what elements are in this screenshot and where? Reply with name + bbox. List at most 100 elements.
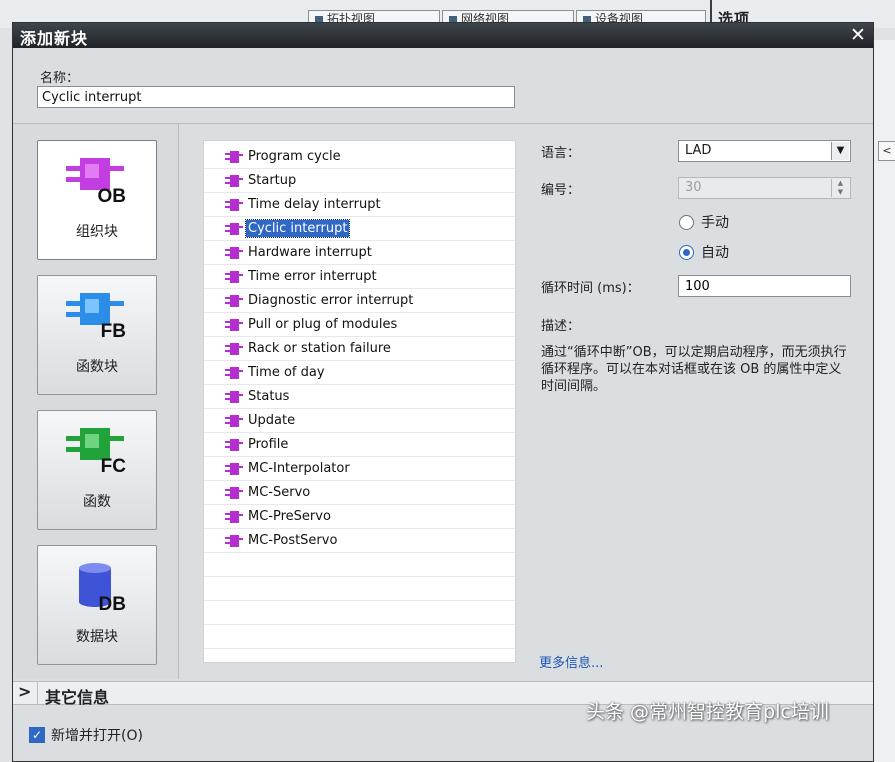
- auto-radio-label: 自动: [701, 245, 729, 261]
- expander-separator: [37, 682, 38, 705]
- number-label: 编号：: [541, 183, 581, 198]
- ob-list-item-label: Time delay interrupt: [248, 197, 381, 212]
- more-info-link[interactable]: 更多信息...: [539, 652, 603, 671]
- ob-list-item-label: Pull or plug of modules: [248, 317, 398, 332]
- block-type-label: 数据块: [76, 629, 118, 645]
- ob-list-item[interactable]: MC-PreServo: [204, 505, 515, 529]
- ob-list-item-label: Diagnostic error interrupt: [248, 293, 414, 308]
- collapse-arrow-icon[interactable]: <: [878, 141, 895, 161]
- ob-list-item[interactable]: Diagnostic error interrupt: [204, 289, 515, 313]
- ob-list-item-label: MC-PreServo: [248, 509, 331, 524]
- close-button[interactable]: ✕: [847, 24, 869, 46]
- ob-list-item-label: MC-Interpolator: [248, 461, 350, 476]
- svg-text:DB: DB: [99, 594, 126, 613]
- add-and-open-label: 新增并打开(O): [51, 728, 143, 744]
- ob-block-icon: [225, 151, 243, 163]
- ob-block-icon: [225, 391, 243, 403]
- other-info-label: 其它信息: [45, 688, 110, 707]
- ob-list-item[interactable]: MC-Servo: [204, 481, 515, 505]
- description-text: 通过“循环中断”OB，可以定期启动程序，而无须执行循环程序。可以在本对话框或在该…: [541, 345, 847, 394]
- cycle-time-label: 循环时间 (ms)：: [541, 281, 640, 296]
- list-row: [204, 625, 515, 649]
- cycle-time-input[interactable]: [678, 275, 851, 297]
- ob-list-item[interactable]: Program cycle: [204, 145, 515, 169]
- manual-radio-label: 手动: [701, 215, 729, 231]
- block-type-label: 函数块: [76, 359, 118, 375]
- ob-list-item[interactable]: Startup: [204, 169, 515, 193]
- ob-block-icon: [225, 199, 243, 211]
- svg-text:OB: OB: [98, 186, 127, 207]
- ob-block-icon: [225, 271, 243, 283]
- ob-list-item-label: Status: [248, 389, 290, 404]
- ob-block-icon: [225, 415, 243, 427]
- watermark-text: 头条 @常州智控教育plc培训: [586, 701, 829, 723]
- ob-block-icon: [225, 463, 243, 475]
- ob-block-icon: [225, 487, 243, 499]
- auto-radio[interactable]: 自动: [679, 242, 729, 262]
- db-cylinder-icon: DB: [79, 563, 126, 613]
- auto-radio-circle[interactable]: [679, 244, 694, 260]
- ob-list-item[interactable]: MC-PostServo: [204, 529, 515, 553]
- ob-list-item[interactable]: Hardware interrupt: [204, 241, 515, 265]
- chevron-right-icon[interactable]: >: [18, 682, 31, 701]
- svg-text:FB: FB: [101, 321, 126, 342]
- block-name-input[interactable]: [37, 86, 515, 108]
- language-label: 语言：: [541, 146, 581, 161]
- list-row: [204, 601, 515, 625]
- ob-list-item[interactable]: Time delay interrupt: [204, 193, 515, 217]
- ob-list-item[interactable]: Cyclic interrupt: [204, 217, 515, 241]
- spinner-icon: ▲ ▼: [831, 179, 849, 197]
- function-block-button[interactable]: FB 函数块: [37, 275, 157, 395]
- ob-block-icon: OB: [66, 158, 127, 207]
- ob-block-icon: [225, 223, 243, 235]
- description-label: 描述：: [541, 319, 581, 334]
- dialog-titlebar: 添加新块 ✕: [13, 23, 873, 48]
- manual-radio-circle[interactable]: [679, 214, 694, 230]
- add-and-open-checkbox[interactable]: ✓ 新增并打开(O): [29, 725, 143, 745]
- ob-list-item-label: Profile: [248, 437, 289, 452]
- block-type-label: 函数: [83, 494, 111, 510]
- ob-list-item[interactable]: Profile: [204, 433, 515, 457]
- ob-list-item[interactable]: Rack or station failure: [204, 337, 515, 361]
- ob-list-item-label: MC-PostServo: [248, 533, 338, 548]
- ob-block-icon: [225, 319, 243, 331]
- number-field: 30 ▲ ▼: [678, 177, 851, 199]
- list-row: [204, 577, 515, 601]
- ob-list-item-label: Cyclic interrupt: [244, 219, 351, 238]
- ob-list-item-label: Startup: [248, 173, 297, 188]
- add-new-block-dialog: 添加新块 ✕ 名称： OB 组织块 FB: [12, 22, 874, 762]
- data-block-button[interactable]: DB 数据块: [37, 545, 157, 665]
- ob-list-item-label: Time error interrupt: [248, 269, 377, 284]
- checkmark-icon[interactable]: ✓: [29, 727, 45, 743]
- organization-block-button[interactable]: OB 组织块: [37, 140, 157, 260]
- ob-list-item[interactable]: Status: [204, 385, 515, 409]
- dropdown-arrow-icon[interactable]: ▼: [831, 142, 849, 160]
- ob-list-item[interactable]: Update: [204, 409, 515, 433]
- ob-block-icon: [225, 511, 243, 523]
- ob-block-icon: [225, 367, 243, 379]
- language-value: LAD: [685, 143, 712, 158]
- language-select[interactable]: LAD ▼: [678, 140, 851, 162]
- ob-list-item[interactable]: Time of day: [204, 361, 515, 385]
- fb-block-icon: FB: [66, 293, 126, 342]
- ob-list-item-label: MC-Servo: [248, 485, 311, 500]
- ob-list-item[interactable]: MC-Interpolator: [204, 457, 515, 481]
- ob-list-item-label: Hardware interrupt: [248, 245, 372, 260]
- number-value: 30: [685, 180, 702, 195]
- ob-list-item[interactable]: Time error interrupt: [204, 265, 515, 289]
- ob-list-item-label: Program cycle: [248, 149, 341, 164]
- block-type-panel: OB 组织块 FB 函数块 FC 函数 DB 数据块: [13, 124, 179, 679]
- ob-list-item-label: Update: [248, 413, 296, 428]
- ob-block-icon: [225, 343, 243, 355]
- function-button[interactable]: FC 函数: [37, 410, 157, 530]
- list-row: [204, 553, 515, 577]
- ob-list-item[interactable]: Pull or plug of modules: [204, 313, 515, 337]
- ob-block-icon: [225, 295, 243, 307]
- manual-radio[interactable]: 手动: [679, 212, 729, 232]
- ob-block-icon: [225, 439, 243, 451]
- fc-block-icon: FC: [66, 428, 126, 477]
- ob-block-icon: [225, 175, 243, 187]
- ob-block-icon: [225, 535, 243, 547]
- ob-type-list: Program cycle Startup Time delay interrupt…: [203, 140, 516, 663]
- ob-list-item-label: Time of day: [248, 365, 325, 380]
